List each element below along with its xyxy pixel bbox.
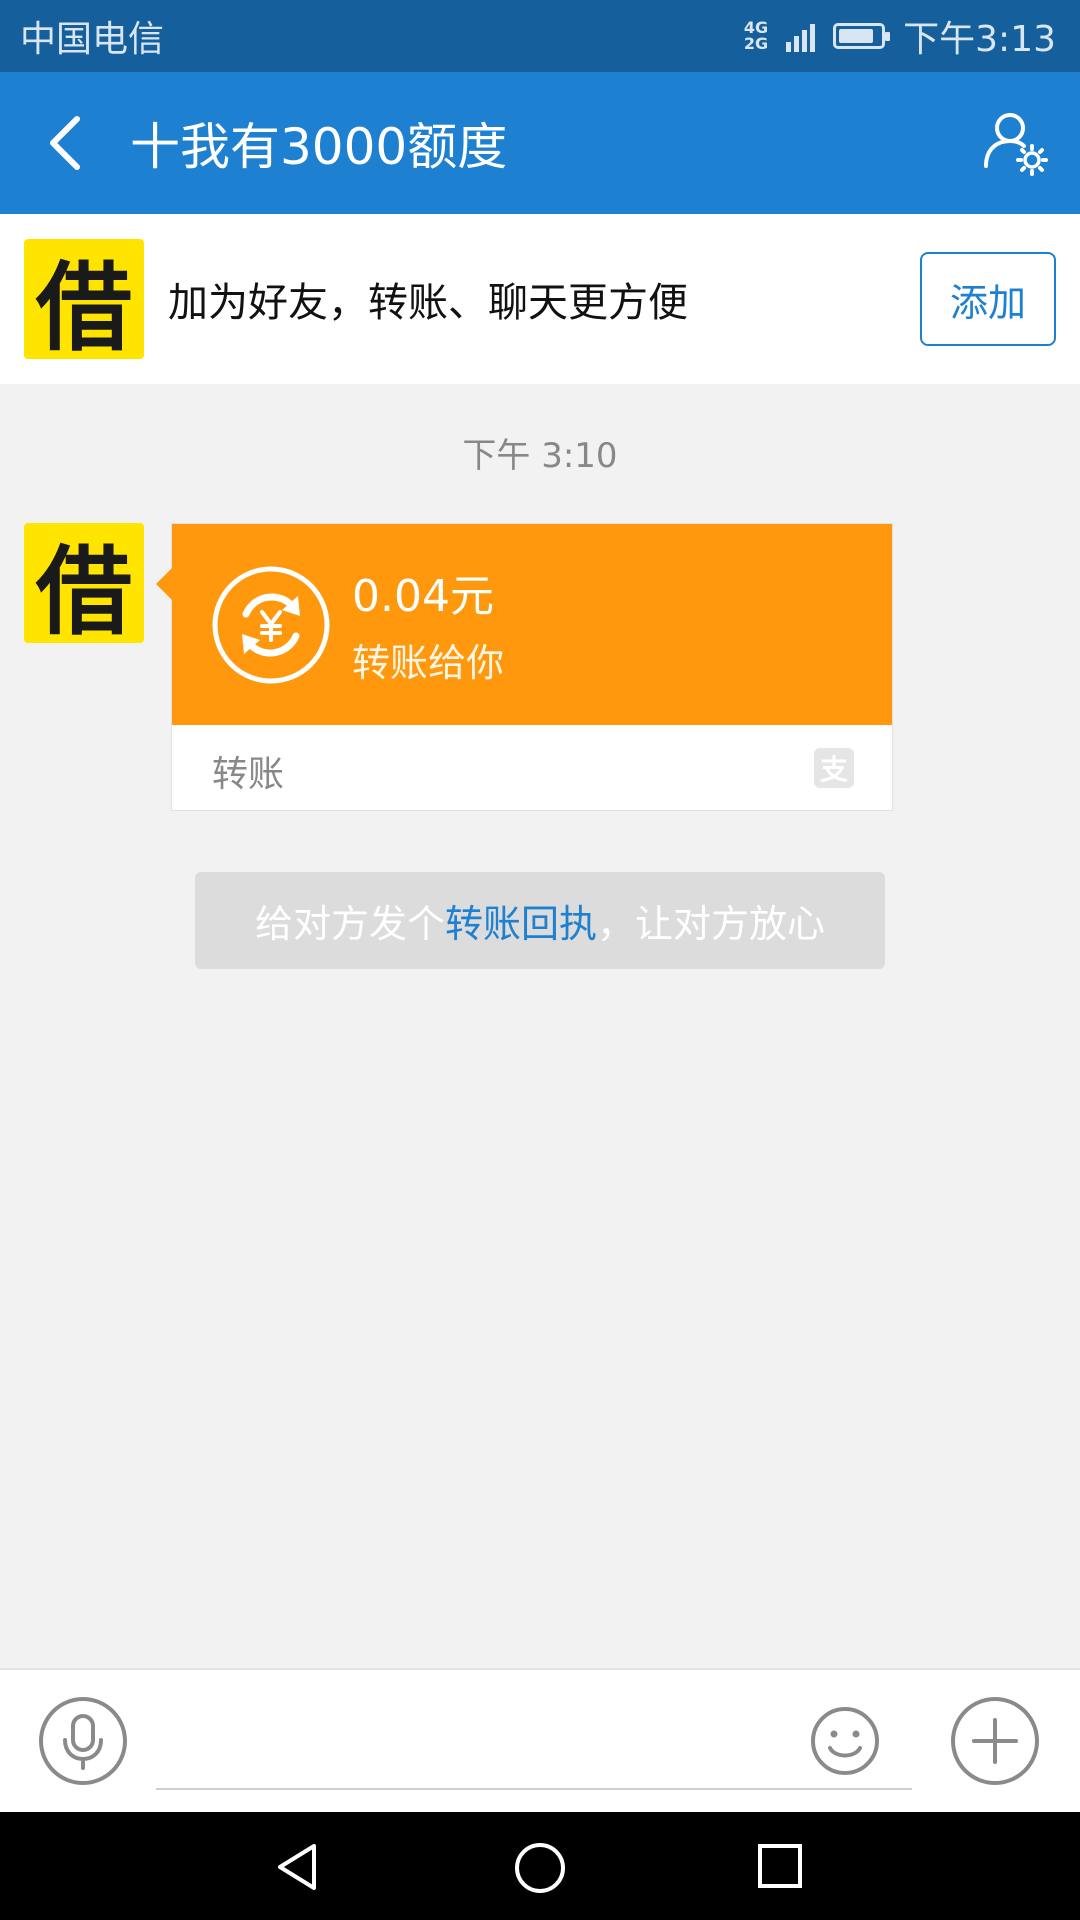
triangle-back-icon: [278, 1844, 316, 1890]
back-arrow-icon: [50, 116, 80, 170]
alipay-icon: 支: [814, 748, 854, 788]
back-button[interactable]: [0, 72, 130, 214]
clock: 下午3:13: [903, 19, 1056, 60]
transfer-receipt-link[interactable]: 转账回执: [445, 893, 597, 948]
add-friend-banner: 借 加为好友，转账、聊天更方便 添加: [0, 214, 1080, 384]
status-icons: 4G 2G 下午3:13: [744, 10, 1056, 62]
network-type-indicator: 4G 2G: [743, 18, 769, 53]
battery-icon: [833, 23, 891, 49]
title-bar: 十我有3000额度: [0, 72, 1080, 214]
transfer-label: 转账: [212, 754, 285, 795]
transfer-message-card[interactable]: 0.04元 转账给你 转账 支: [156, 523, 893, 811]
message-text-input[interactable]: [156, 1690, 912, 1790]
square-recents-icon: [758, 1844, 802, 1888]
more-options-button[interactable]: [950, 1696, 1040, 1790]
transfer-card-footer: 转账 支: [172, 725, 892, 811]
microphone-icon: [39, 1697, 127, 1785]
transfer-subtitle: 转账给你: [352, 641, 505, 685]
bubble-tail: [156, 568, 172, 600]
message-timestamp: 下午 3:10: [462, 436, 618, 476]
plus-icon: [951, 1697, 1039, 1785]
system-navigation-bar: [0, 1812, 1080, 1920]
add-friend-button[interactable]: 添加: [920, 252, 1056, 346]
transfer-card-header: 0.04元 转账给你: [156, 524, 892, 725]
nav-home-button[interactable]: [514, 1842, 566, 1898]
circle-home-icon: [515, 1843, 565, 1893]
nav-recents-button[interactable]: [756, 1842, 804, 1894]
message-input-bar: [0, 1668, 1080, 1812]
tip-text-before: 给对方发个: [254, 902, 445, 946]
status-bar: 中国电信 4G 2G 下午3:13: [0, 0, 1080, 72]
smiley-icon: [811, 1707, 879, 1775]
contact-settings-button[interactable]: [950, 72, 1080, 214]
avatar-logo: 借: [24, 523, 144, 648]
add-friend-prompt: 加为好友，转账、聊天更方便: [168, 280, 688, 326]
person-settings-icon: [984, 113, 1048, 176]
tip-text-after: ，让对方放心: [597, 902, 826, 946]
signal-icon: [786, 20, 816, 52]
emoji-button[interactable]: [810, 1706, 880, 1780]
voice-input-button[interactable]: [38, 1696, 128, 1790]
carrier-name: 中国电信: [20, 19, 165, 60]
transfer-receipt-tip: 给对方发个 转账回执 ，让对方放心: [195, 872, 885, 969]
transfer-amount: 0.04元: [352, 571, 494, 622]
nav-back-button[interactable]: [272, 1842, 322, 1896]
contact-logo: 借: [24, 239, 144, 364]
transfer-yuan-icon: [212, 566, 330, 684]
page-title: 十我有3000额度: [130, 118, 508, 176]
sender-avatar[interactable]: 借: [24, 523, 144, 648]
